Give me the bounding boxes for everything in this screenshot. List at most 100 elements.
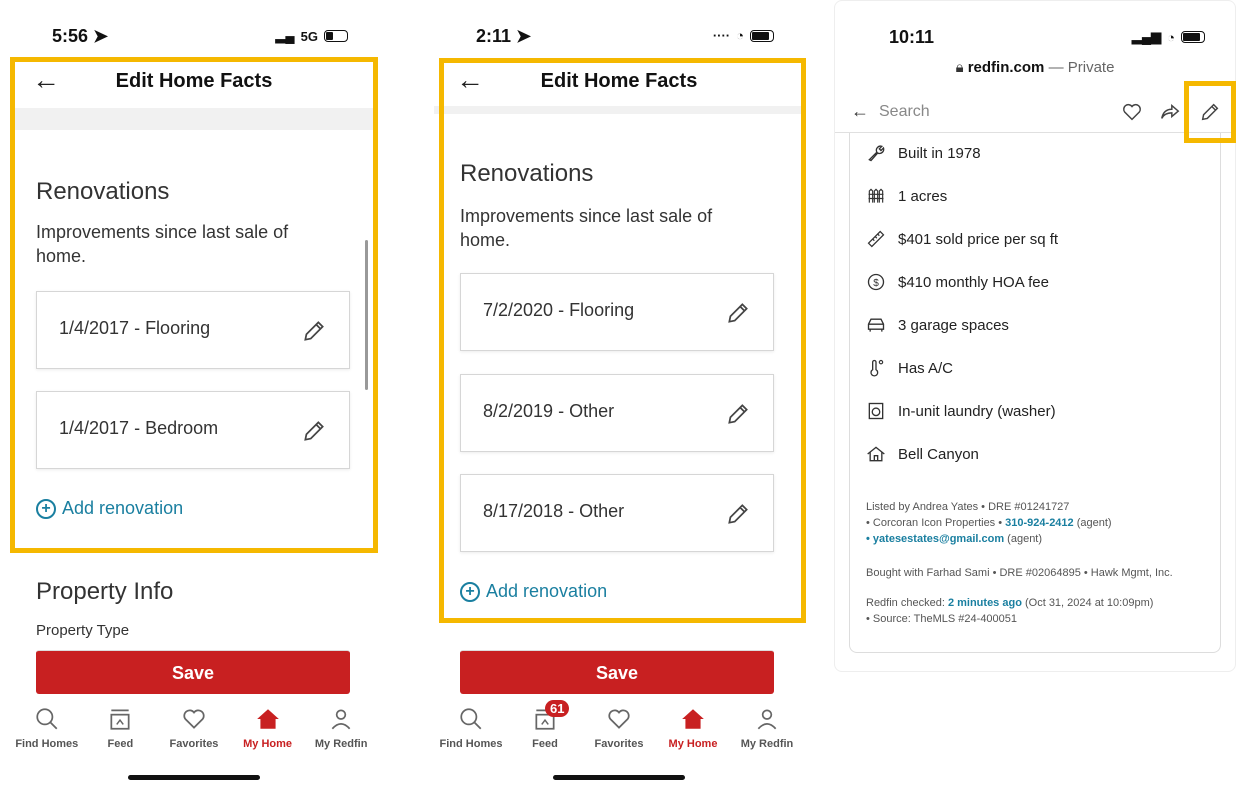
heart-icon — [183, 709, 205, 729]
search-icon — [460, 708, 482, 730]
fact-item: $ $410 monthly HOA fee — [866, 272, 1049, 292]
washer-icon — [868, 402, 884, 420]
checked-info: Redfin checked: 2 minutes ago (Oct 31, 2… — [866, 595, 1210, 627]
email-link[interactable]: yatesestates@gmail.com — [873, 533, 1004, 545]
battery-icon — [324, 30, 348, 42]
nav-find-homes[interactable]: Find Homes — [11, 706, 83, 760]
thermometer-icon — [870, 359, 884, 377]
renovation-card[interactable]: 8/2/2019 - Other — [460, 374, 774, 452]
status-time: 2:11 ➤ — [476, 26, 532, 46]
nav-label: Find Homes — [15, 738, 79, 750]
fact-text: $401 sold price per sq ft — [898, 230, 1059, 248]
renovation-card[interactable]: 1/4/2017 - Flooring — [36, 291, 350, 369]
status-bar: 2:11 ➤ ···· ◔ — [434, 22, 804, 52]
renovation-label: 8/2/2019 - Other — [483, 401, 615, 421]
nav-my-home[interactable]: My Home — [657, 706, 729, 760]
home-indicator — [553, 775, 685, 780]
add-renovation-button[interactable]: + Add renovation — [460, 581, 607, 602]
pencil-icon[interactable] — [725, 501, 751, 527]
plus-circle-icon: + — [460, 581, 480, 602]
home-icon — [682, 709, 704, 729]
nav-find-homes[interactable]: Find Homes — [435, 706, 507, 760]
fact-item: In-unit laundry (washer) — [866, 401, 1056, 421]
fact-text: Bell Canyon — [898, 445, 979, 463]
header: ← Edit Home Facts — [434, 62, 804, 106]
fact-item: Built in 1978 — [866, 143, 981, 163]
fact-item: Has A/C — [866, 358, 953, 378]
page-title: Edit Home Facts — [115, 70, 273, 92]
back-arrow-icon[interactable]: ← — [851, 101, 869, 122]
nav-my-redfin[interactable]: My Redfin — [731, 706, 803, 760]
fence-icon — [868, 188, 884, 203]
divider — [434, 106, 804, 114]
renovation-label: 8/17/2018 - Other — [483, 501, 625, 521]
fact-item: Bell Canyon — [866, 444, 979, 464]
nav-label: My Redfin — [314, 738, 368, 750]
pencil-icon[interactable] — [725, 300, 751, 326]
url-domain: redfin.com — [967, 59, 1045, 76]
add-renovation-label: Add renovation — [62, 498, 184, 518]
renovation-card[interactable]: 8/17/2018 - Other — [460, 474, 774, 552]
status-bar: 10:11 ▂▄▆ ◔ — [835, 23, 1235, 53]
nav-label: Feed — [532, 738, 558, 750]
renovation-card[interactable]: 1/4/2017 - Bedroom — [36, 391, 350, 469]
phone-link[interactable]: 310-924-2412 — [1005, 517, 1074, 529]
divider — [10, 108, 378, 130]
fact-text: $410 monthly HOA fee — [898, 273, 1049, 291]
phone-screen-1: 5:56 ➤ ▂▄ 5G ← Edit Home Facts Renovatio… — [10, 0, 378, 803]
section-title: Renovations — [460, 160, 594, 187]
search-field[interactable]: Search — [879, 103, 930, 121]
renovation-label: 7/2/2020 - Flooring — [483, 300, 635, 320]
save-button[interactable]: Save — [460, 650, 774, 694]
nav-label: Feed — [107, 738, 134, 750]
heart-icon — [608, 709, 630, 729]
nav-label: My Home — [668, 738, 718, 750]
signal-icon: ▂▄ — [275, 28, 295, 43]
fact-text: Has A/C — [898, 359, 954, 377]
plus-circle-icon: + — [36, 498, 56, 519]
listed-by: Listed by Andrea Yates • DRE #01241727 — [866, 501, 1070, 513]
nav-favorites[interactable]: Favorites — [158, 706, 230, 760]
search-icon — [36, 708, 58, 730]
bought-with: Bought with Farhad Sami • DRE #02064895 … — [866, 567, 1173, 579]
nav-feed[interactable]: 61 Feed — [509, 700, 581, 760]
listing-office: • Corcoran Icon Properties • 310-924-241… — [866, 517, 1112, 529]
nav-my-home[interactable]: My Home — [232, 706, 304, 760]
checked-time-link[interactable]: 2 minutes ago — [948, 597, 1022, 609]
nav-my-redfin[interactable]: My Redfin — [305, 706, 377, 760]
pencil-icon[interactable] — [725, 401, 751, 427]
heart-icon[interactable] — [1121, 101, 1143, 123]
network-label: 5G — [300, 28, 318, 44]
add-renovation-button[interactable]: + Add renovation — [36, 498, 183, 519]
nav-label: My Redfin — [740, 738, 794, 750]
nav-label: Find Homes — [439, 738, 503, 750]
share-icon[interactable] — [1159, 101, 1181, 123]
home-icon — [256, 709, 279, 729]
renovation-label: 1/4/2017 - Flooring — [59, 318, 211, 338]
signal-icon: ▂▄▆ — [1131, 29, 1162, 44]
status-icons: ▂▄ 5G — [275, 28, 348, 44]
section-subtitle: Improvements since last sale of home. — [460, 206, 713, 250]
section-title: Renovations — [36, 178, 170, 205]
renovation-card[interactable]: 7/2/2020 - Flooring — [460, 273, 774, 351]
url-bar[interactable]: 🔒︎ redfin.com — Private — [835, 59, 1235, 76]
wrench-icon — [868, 145, 885, 162]
scrollbar[interactable] — [365, 240, 368, 390]
fact-item: 3 garage spaces — [866, 315, 1009, 335]
browser-screen: 10:11 ▂▄▆ ◔ 🔒︎ redfin.com — Private ← Se… — [834, 0, 1236, 672]
nav-favorites[interactable]: Favorites — [583, 706, 655, 760]
pencil-icon[interactable] — [1199, 101, 1221, 123]
bottom-nav: Find Homes 61 Feed Favorites My Home My … — [434, 700, 804, 760]
section-subtitle: Improvements since last sale of home. — [36, 222, 289, 266]
lock-icon: 🔒︎ — [955, 59, 964, 76]
battery-icon — [750, 29, 774, 42]
nav-feed[interactable]: Feed — [84, 706, 156, 760]
person-icon — [331, 709, 351, 730]
fact-item: $401 sold price per sq ft — [866, 229, 1058, 249]
wifi-icon: ◔ — [736, 28, 744, 43]
svg-text:$: $ — [873, 278, 879, 289]
status-icons: ···· ◔ — [713, 28, 774, 43]
pencil-icon[interactable] — [301, 418, 327, 444]
save-button[interactable]: Save — [36, 650, 350, 694]
pencil-icon[interactable] — [301, 318, 327, 344]
